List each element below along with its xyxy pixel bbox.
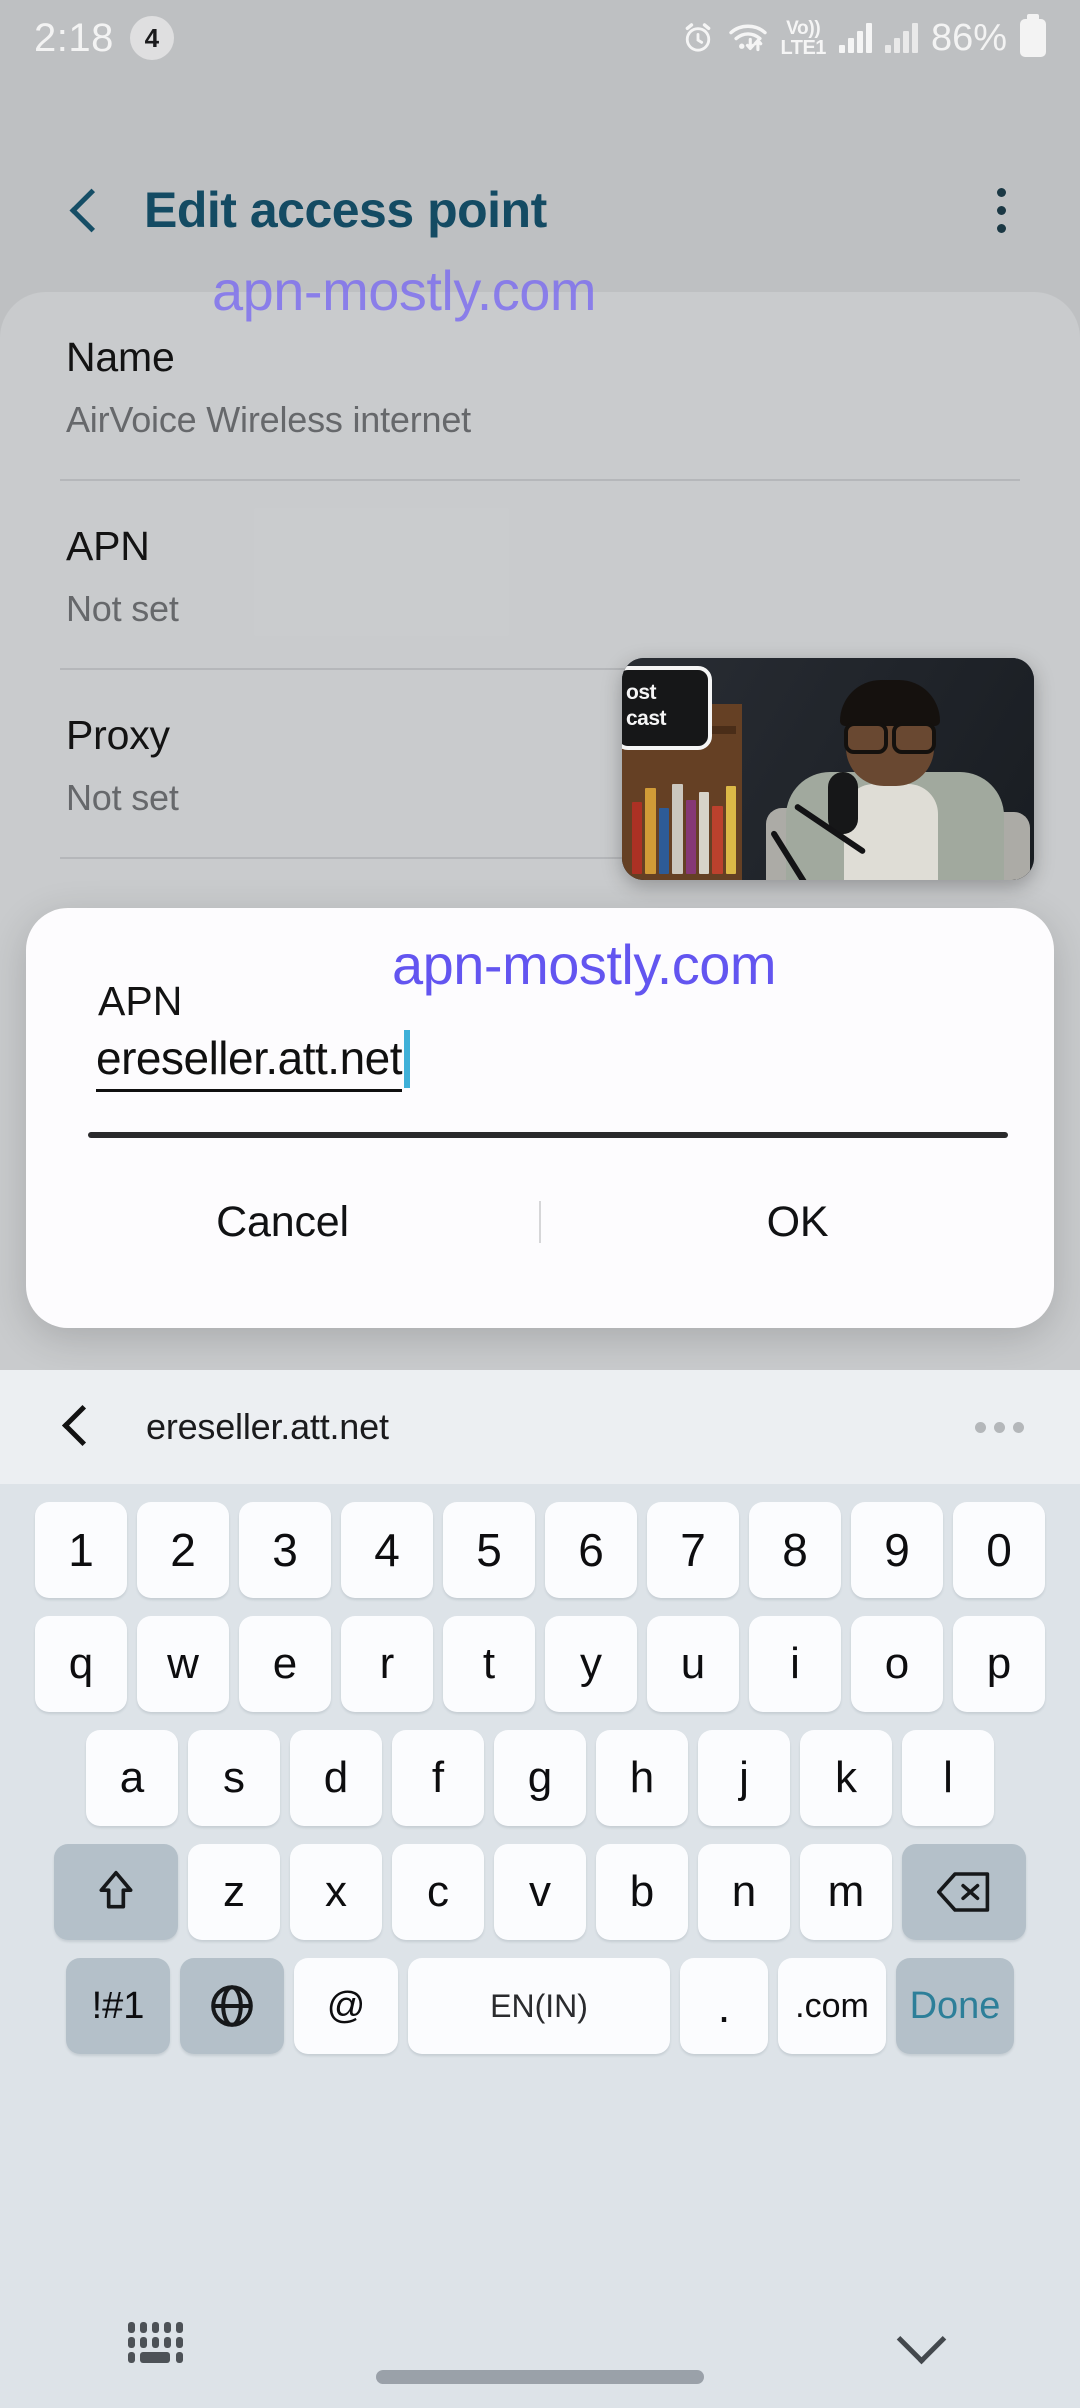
suggestion-text[interactable]: ereseller.att.net xyxy=(146,1406,389,1448)
key-8[interactable]: 8 xyxy=(749,1502,841,1598)
at-key[interactable]: @ xyxy=(294,1958,398,2054)
text-caret xyxy=(404,1030,411,1088)
more-dots-icon[interactable] xyxy=(975,1421,1024,1433)
dialog-actions: Cancel OK xyxy=(26,1160,1054,1284)
key-5[interactable]: 5 xyxy=(443,1502,535,1598)
key-9[interactable]: 9 xyxy=(851,1502,943,1598)
keyboard-layout-icon[interactable] xyxy=(128,2322,190,2364)
space-key[interactable]: EN(IN) xyxy=(408,1958,670,2054)
dialog-title: APN xyxy=(98,978,183,1024)
key-3[interactable]: 3 xyxy=(239,1502,331,1598)
key-c[interactable]: c xyxy=(392,1844,484,1940)
key-v[interactable]: v xyxy=(494,1844,586,1940)
key-k[interactable]: k xyxy=(800,1730,892,1826)
key-j[interactable]: j xyxy=(698,1730,790,1826)
key-s[interactable]: s xyxy=(188,1730,280,1826)
globe-icon[interactable] xyxy=(180,1958,284,2054)
backspace-icon[interactable] xyxy=(902,1844,1026,1940)
keyboard-row-4: !#1 @ EN(IN) . .com Done xyxy=(0,1958,1080,2054)
apn-input-value: ereseller.att.net xyxy=(96,1031,403,1092)
key-7[interactable]: 7 xyxy=(647,1502,739,1598)
key-2[interactable]: 2 xyxy=(137,1502,229,1598)
key-6[interactable]: 6 xyxy=(545,1502,637,1598)
key-g[interactable]: g xyxy=(494,1730,586,1826)
period-key[interactable]: . xyxy=(680,1958,768,2054)
keyboard-row-1: q w e r t y u i o p xyxy=(0,1616,1080,1712)
key-l[interactable]: l xyxy=(902,1730,994,1826)
key-h[interactable]: h xyxy=(596,1730,688,1826)
key-4[interactable]: 4 xyxy=(341,1502,433,1598)
dotcom-key[interactable]: .com xyxy=(778,1958,886,2054)
ok-button[interactable]: OK xyxy=(541,1198,1054,1247)
key-y[interactable]: y xyxy=(545,1616,637,1712)
home-gesture-bar[interactable] xyxy=(376,2370,704,2384)
key-m[interactable]: m xyxy=(800,1844,892,1940)
key-t[interactable]: t xyxy=(443,1616,535,1712)
key-z[interactable]: z xyxy=(188,1844,280,1940)
key-f[interactable]: f xyxy=(392,1730,484,1826)
key-i[interactable]: i xyxy=(749,1616,841,1712)
keyboard-number-row: 1 2 3 4 5 6 7 8 9 0 xyxy=(0,1502,1080,1598)
hide-keyboard-chevron-icon[interactable] xyxy=(898,2320,950,2364)
key-p[interactable]: p xyxy=(953,1616,1045,1712)
suggestion-bar: ereseller.att.net xyxy=(0,1370,1080,1484)
key-x[interactable]: x xyxy=(290,1844,382,1940)
shift-icon[interactable] xyxy=(54,1844,178,1940)
key-e[interactable]: e xyxy=(239,1616,331,1712)
key-a[interactable]: a xyxy=(86,1730,178,1826)
key-b[interactable]: b xyxy=(596,1844,688,1940)
on-screen-keyboard: ereseller.att.net 1 2 3 4 5 6 7 8 9 0 q … xyxy=(0,1370,1080,2408)
apn-edit-dialog: APN ereseller.att.net Cancel OK xyxy=(26,908,1054,1328)
key-r[interactable]: r xyxy=(341,1616,433,1712)
key-o[interactable]: o xyxy=(851,1616,943,1712)
key-u[interactable]: u xyxy=(647,1616,739,1712)
done-key[interactable]: Done xyxy=(896,1958,1014,2054)
keyboard-bottom-bar xyxy=(0,2280,1080,2408)
suggestion-back-chevron-icon[interactable] xyxy=(56,1405,96,1449)
key-d[interactable]: d xyxy=(290,1730,382,1826)
symbols-key[interactable]: !#1 xyxy=(66,1958,170,2054)
keyboard-row-2: a s d f g h j k l xyxy=(0,1730,1080,1826)
key-0[interactable]: 0 xyxy=(953,1502,1045,1598)
phone-screen: 2:18 4 Vo)) LTE1 86% Edit access point N… xyxy=(0,0,1080,2408)
cancel-button[interactable]: Cancel xyxy=(26,1198,539,1247)
apn-input-field[interactable]: ereseller.att.net xyxy=(96,1030,1008,1104)
key-n[interactable]: n xyxy=(698,1844,790,1940)
key-w[interactable]: w xyxy=(137,1616,229,1712)
input-underline xyxy=(88,1132,1008,1138)
settings-page: 2:18 4 Vo)) LTE1 86% Edit access point N… xyxy=(0,0,1080,1370)
key-1[interactable]: 1 xyxy=(35,1502,127,1598)
key-q[interactable]: q xyxy=(35,1616,127,1712)
keyboard-row-3: z x c v b n m xyxy=(0,1844,1080,1940)
